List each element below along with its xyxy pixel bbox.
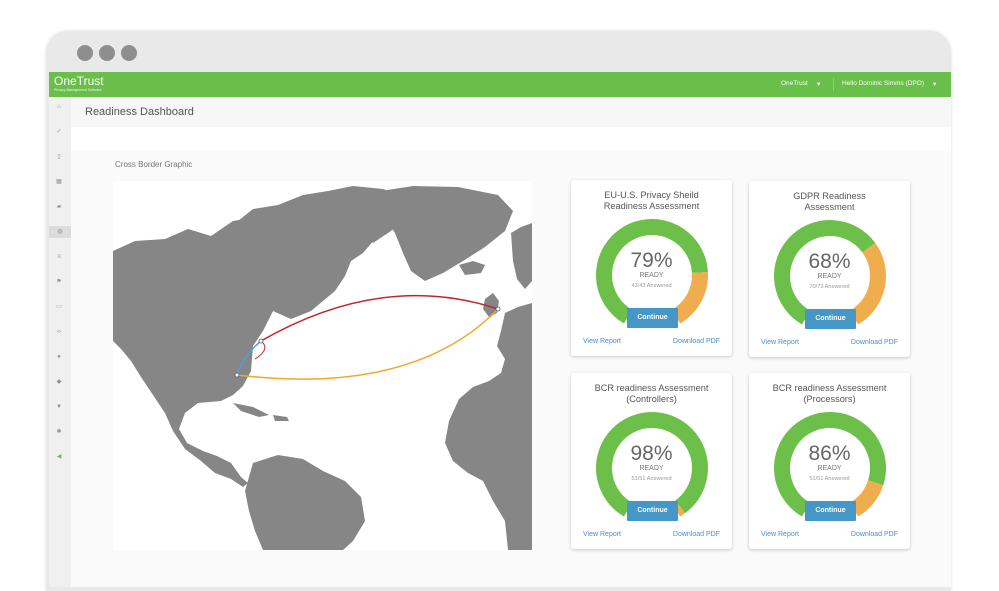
continue-button[interactable]: Continue — [805, 309, 856, 329]
route-arc-red-local — [254, 340, 266, 360]
gauge-remaining-arc — [849, 479, 884, 517]
hispaniola — [273, 415, 289, 421]
top-navigation-bar: OneTrust Privacy Management Software One… — [49, 72, 951, 97]
ready-label: READY — [817, 465, 842, 472]
greenland — [368, 186, 513, 281]
iceland — [459, 261, 485, 275]
assessment-title-line2: (Controllers) — [626, 393, 677, 404]
app-logo[interactable]: OneTrust — [54, 75, 104, 88]
assessment-title: BCR readiness Assessment (Processors) — [757, 383, 902, 404]
view-report-link[interactable]: View Report — [583, 531, 621, 538]
view-report-link[interactable]: View Report — [583, 338, 621, 345]
continue-button[interactable]: Continue — [805, 501, 856, 521]
answered-count: 43/43 Answered — [631, 283, 672, 289]
readiness-percent: 98% — [630, 442, 673, 465]
readiness-percent: 86% — [808, 442, 851, 465]
download-pdf-link[interactable]: Download PDF — [673, 531, 720, 538]
window-maximize-dot[interactable] — [121, 45, 137, 61]
assessment-title-line2: Readiness Assessment — [603, 200, 700, 211]
section-title: Cross Border Graphic — [115, 160, 193, 169]
sidebar: ⌂ ✓ ▯ ▦ ▰ ◍ ≡ ⚑ ▭ ‹› ● ◆ ▼ ✱ ◀ — [49, 97, 72, 587]
user-menu[interactable]: Hello Dominic Simms (DPO) — [842, 80, 924, 87]
gauge-remaining-arc — [671, 272, 708, 324]
check-icon[interactable]: ✓ — [55, 128, 63, 136]
assessment-title: GDPR Readiness Assessment — [757, 191, 902, 212]
account-menu[interactable]: OneTrust — [781, 80, 808, 87]
folder-icon[interactable]: ▭ — [55, 303, 63, 311]
view-report-link[interactable]: View Report — [761, 339, 799, 346]
readiness-percent: 79% — [630, 249, 673, 272]
group-icon[interactable]: ◆ — [55, 378, 63, 386]
page-title: Readiness Dashboard — [85, 106, 194, 118]
chevron-down-icon[interactable]: ▾ — [817, 80, 820, 88]
route-arc-orange — [236, 308, 499, 380]
assessment-title-line1: GDPR Readiness — [793, 191, 866, 201]
answered-count: 51/51 Answered — [631, 476, 672, 482]
assessment-card: EU-U.S. Privacy Sheild Readiness Assessm… — [571, 180, 732, 356]
assessment-title: BCR readiness Assessment (Controllers) — [579, 383, 724, 404]
header-band — [71, 127, 951, 151]
topbar-divider — [833, 78, 834, 91]
download-pdf-link[interactable]: Download PDF — [851, 531, 898, 538]
window-minimize-dot[interactable] — [99, 45, 115, 61]
app-logo-subtitle: Privacy Management Software — [54, 88, 102, 92]
chevron-down-icon[interactable]: ▾ — [933, 80, 936, 88]
view-report-link[interactable]: View Report — [761, 531, 799, 538]
window-close-dot[interactable] — [77, 45, 93, 61]
grid-icon[interactable]: ▦ — [55, 178, 63, 186]
answered-count: 70/73 Answered — [809, 284, 850, 290]
ready-label: READY — [639, 465, 664, 472]
cross-border-map[interactable] — [113, 181, 532, 550]
world-map — [113, 186, 532, 550]
code-icon[interactable]: ‹› — [55, 328, 63, 336]
ready-label: READY — [639, 272, 664, 279]
assessment-title-line2: Assessment — [804, 201, 855, 212]
route-node-uk — [495, 306, 501, 312]
continue-button[interactable]: Continue — [627, 501, 678, 521]
route-node-usa-south — [234, 372, 240, 378]
assessment-card: BCR readiness Assessment (Controllers) 9… — [571, 373, 732, 549]
megaphone-icon[interactable]: ◀ — [55, 453, 63, 461]
readiness-percent: 68% — [808, 250, 851, 273]
scandinavia — [511, 223, 532, 289]
assessment-title-line1: BCR readiness Assessment — [772, 383, 887, 393]
gear-icon[interactable]: ✱ — [55, 428, 63, 436]
answered-count: 51/51 Answered — [809, 476, 850, 482]
assessment-title-line1: BCR readiness Assessment — [594, 383, 709, 393]
route-node-usa-east — [258, 338, 264, 344]
assessment-title-line2: (Processors) — [803, 393, 856, 404]
assessment-card: GDPR Readiness Assessment 68% READY 70/7… — [749, 181, 910, 357]
car-icon[interactable]: ▰ — [55, 203, 63, 211]
globe-icon[interactable]: ◍ — [49, 226, 71, 238]
assessment-title-line1: EU-U.S. Privacy Sheild — [604, 190, 699, 200]
assessment-card: BCR readiness Assessment (Processors) 86… — [749, 373, 910, 549]
user-icon[interactable]: ● — [55, 353, 63, 361]
list-icon[interactable]: ≡ — [55, 253, 63, 261]
ready-label: READY — [817, 273, 842, 280]
continue-button[interactable]: Continue — [627, 308, 678, 328]
filter-icon[interactable]: ▼ — [55, 403, 63, 411]
document-icon[interactable]: ▯ — [55, 153, 63, 161]
south-america — [245, 455, 365, 550]
download-pdf-link[interactable]: Download PDF — [851, 339, 898, 346]
home-icon[interactable]: ⌂ — [55, 103, 63, 111]
page-header: Readiness Dashboard — [71, 97, 951, 127]
download-pdf-link[interactable]: Download PDF — [673, 338, 720, 345]
caribbean-islands — [233, 403, 269, 417]
assessment-title: EU-U.S. Privacy Sheild Readiness Assessm… — [579, 190, 724, 211]
flag-icon[interactable]: ⚑ — [55, 278, 63, 286]
